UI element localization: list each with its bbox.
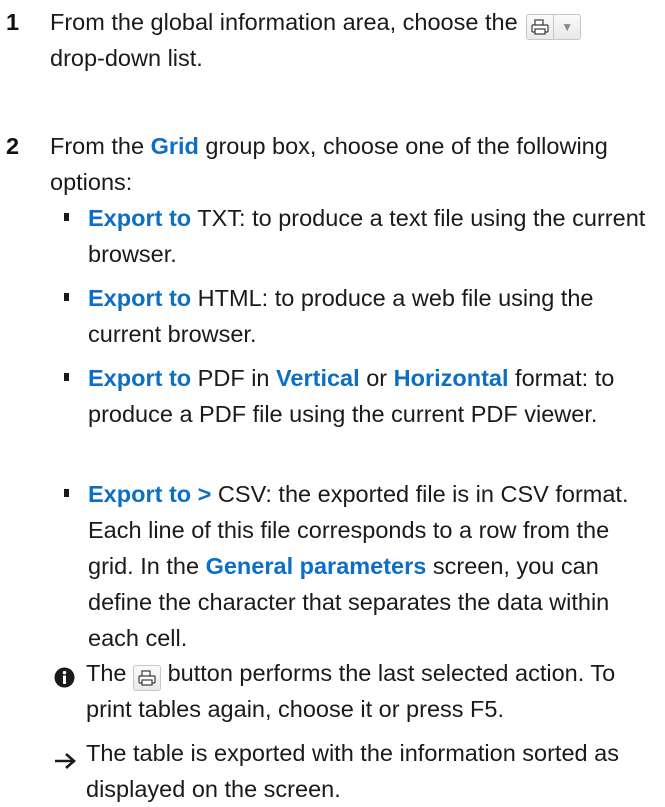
step-text: From the Grid group box, choose one of t… <box>50 128 650 200</box>
bullet-icon <box>64 489 69 497</box>
export-to-csv-label: Export to > <box>88 481 212 507</box>
print-button[interactable] <box>133 665 162 691</box>
bullet-icon <box>64 293 69 301</box>
print-icon <box>138 670 156 686</box>
step-text: From the global information area, choose… <box>50 4 650 76</box>
vertical-label: Vertical <box>276 365 360 391</box>
print-icon <box>527 15 553 39</box>
bullet-text: or <box>366 365 388 391</box>
step-number: 1 <box>6 9 20 35</box>
result-text: The table is exported with the informati… <box>86 740 619 802</box>
bullet-icon <box>64 373 69 381</box>
note-text-before: The <box>86 660 127 686</box>
export-to-label: Export to <box>88 365 192 391</box>
info-icon <box>54 662 75 688</box>
arrow-right-icon <box>54 744 78 769</box>
general-parameters-label: General parameters <box>205 553 427 579</box>
note-text-after: button performs the last selected action… <box>86 660 616 722</box>
step-number: 2 <box>6 133 20 159</box>
grid-label: Grid <box>150 133 199 159</box>
export-to-label: Export to <box>88 205 192 231</box>
print-dropdown-button[interactable]: ▼ <box>526 14 582 40</box>
step-1-text-after: drop-down list. <box>50 45 203 71</box>
bullet-icon <box>64 213 69 221</box>
step-2-text-before: From the <box>50 133 145 159</box>
bullet-text: PDF in <box>197 365 270 391</box>
step-1-text-before: From the global information area, choose… <box>50 9 518 35</box>
horizontal-label: Horizontal <box>393 365 509 391</box>
export-to-label: Export to <box>88 285 192 311</box>
triangle-down-icon: ▼ <box>553 15 580 39</box>
